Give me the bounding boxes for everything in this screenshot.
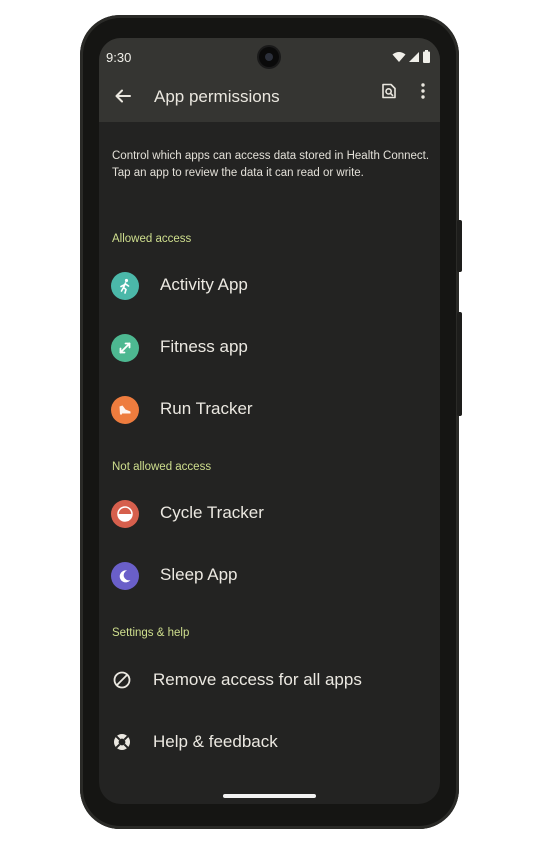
app-row-activity-app[interactable]: Activity App: [99, 260, 440, 312]
help-feedback[interactable]: Help & feedback: [99, 716, 440, 768]
screen: 9:30 App permissions Control which apps …: [99, 38, 440, 804]
app-label: Activity App: [160, 275, 248, 294]
page-title: App permissions: [154, 87, 280, 106]
block-icon: [113, 671, 131, 689]
volume-button: [457, 312, 462, 416]
app-row-run-tracker[interactable]: Run Tracker: [99, 384, 440, 436]
expand-arrows-icon: [111, 334, 139, 362]
setting-label: Help & feedback: [153, 732, 278, 751]
app-bar: 9:30 App permissions: [99, 38, 440, 122]
back-arrow-icon[interactable]: [113, 86, 133, 106]
home-indicator[interactable]: [223, 794, 316, 798]
app-label: Fitness app: [160, 337, 248, 356]
setting-label: Remove access for all apps: [153, 670, 362, 689]
sneaker-icon: [111, 396, 139, 424]
moon-icon: [111, 562, 139, 590]
app-label: Sleep App: [160, 565, 238, 584]
app-row-cycle-tracker[interactable]: Cycle Tracker: [99, 488, 440, 540]
description-text: Control which apps can access data store…: [112, 150, 430, 179]
front-camera: [259, 47, 279, 67]
status-time: 9:30: [106, 50, 132, 65]
app-label: Cycle Tracker: [160, 503, 264, 522]
section-header-not-allowed: Not allowed access: [112, 461, 212, 473]
half-circle-icon: [111, 500, 139, 528]
app-label: Run Tracker: [160, 399, 253, 418]
app-row-fitness-app[interactable]: Fitness app: [99, 322, 440, 374]
wifi-icon: [392, 51, 406, 62]
status-icons: [392, 50, 430, 63]
remove-access-all-apps[interactable]: Remove access for all apps: [99, 654, 440, 706]
signal-icon: [409, 51, 419, 62]
battery-icon: [423, 50, 430, 63]
section-header-settings: Settings & help: [112, 627, 190, 639]
section-header-allowed: Allowed access: [112, 233, 192, 245]
power-button: [457, 220, 462, 272]
app-row-sleep-app[interactable]: Sleep App: [99, 550, 440, 602]
running-person-icon: [111, 272, 139, 300]
help-lifebuoy-icon: [114, 734, 130, 750]
app-search-icon[interactable]: [380, 82, 398, 100]
more-vert-icon[interactable]: [418, 82, 428, 100]
